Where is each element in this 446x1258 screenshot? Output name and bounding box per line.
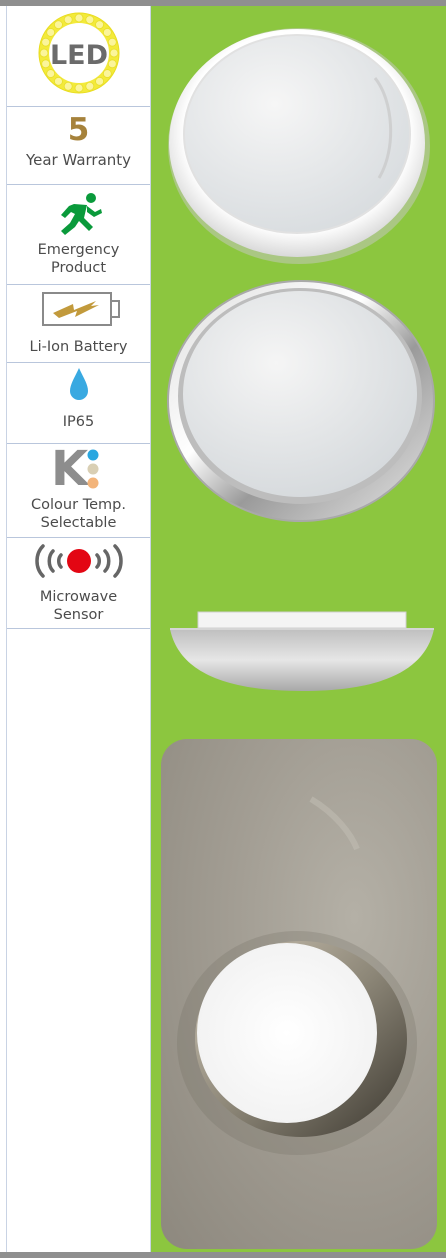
led-dot <box>63 81 73 91</box>
ip-label: IP65 <box>62 414 95 430</box>
led-dot <box>74 83 84 93</box>
feature-ip65: IP65 <box>7 363 150 444</box>
led-dot <box>46 28 56 37</box>
product-image-panel <box>151 6 446 1252</box>
bottom-bar <box>0 1252 446 1258</box>
installed-fitting-graphic <box>177 796 417 1155</box>
running-man-icon <box>61 193 102 235</box>
feature-warranty: 5 Year Warranty <box>7 107 150 185</box>
colour-temp-label-line2: Selectable <box>40 515 117 531</box>
battery-label: Li-Ion Battery <box>29 339 128 355</box>
feature-emergency: Emergency Product <box>7 185 150 285</box>
led-dot <box>41 37 51 47</box>
feature-sidebar: LED 5 Year Warranty Emergency Product Li… <box>6 6 151 1253</box>
emergency-label-line2: Product <box>50 260 107 276</box>
led-dot <box>107 59 117 69</box>
k-letter: K <box>51 441 89 497</box>
led-dot <box>85 15 95 25</box>
colour-temp-label-line1: Colour Temp. <box>31 497 126 513</box>
warranty-label: Year Warranty <box>25 151 132 169</box>
led-dot <box>102 28 112 37</box>
feature-colour-temp: K Colour Temp. Selectable <box>7 444 150 538</box>
product-image-white-front <box>168 28 430 264</box>
product-image-chrome-front <box>167 280 435 522</box>
led-dot <box>54 20 63 30</box>
product-image-installed-photo <box>161 739 437 1249</box>
led-dot <box>39 48 49 58</box>
led-dot <box>109 48 119 58</box>
product-image-side-view <box>170 611 434 691</box>
led-dot <box>54 76 63 86</box>
feature-microwave: Microwave Sensor <box>7 538 150 629</box>
temperature-dots-icon <box>87 449 99 489</box>
water-drop-icon <box>70 368 88 400</box>
led-dot <box>63 15 73 25</box>
microwave-sensor-icon <box>35 544 123 578</box>
led-badge-text: LED <box>50 40 108 71</box>
led-dot <box>74 13 84 23</box>
feature-battery: Li-Ion Battery <box>7 285 150 363</box>
led-dot <box>95 20 104 30</box>
led-ring-icon: LED <box>38 12 120 94</box>
led-dot <box>41 59 51 69</box>
battery-lightning-icon <box>42 292 120 326</box>
led-dot <box>95 76 104 86</box>
led-dot <box>107 37 117 47</box>
feature-led: LED <box>7 6 150 107</box>
microwave-label-line2: Sensor <box>53 607 104 623</box>
emergency-label-line1: Emergency <box>37 242 120 258</box>
led-dot <box>85 81 95 91</box>
microwave-label-line1: Microwave <box>39 589 118 605</box>
warranty-years: 5 <box>67 112 90 148</box>
